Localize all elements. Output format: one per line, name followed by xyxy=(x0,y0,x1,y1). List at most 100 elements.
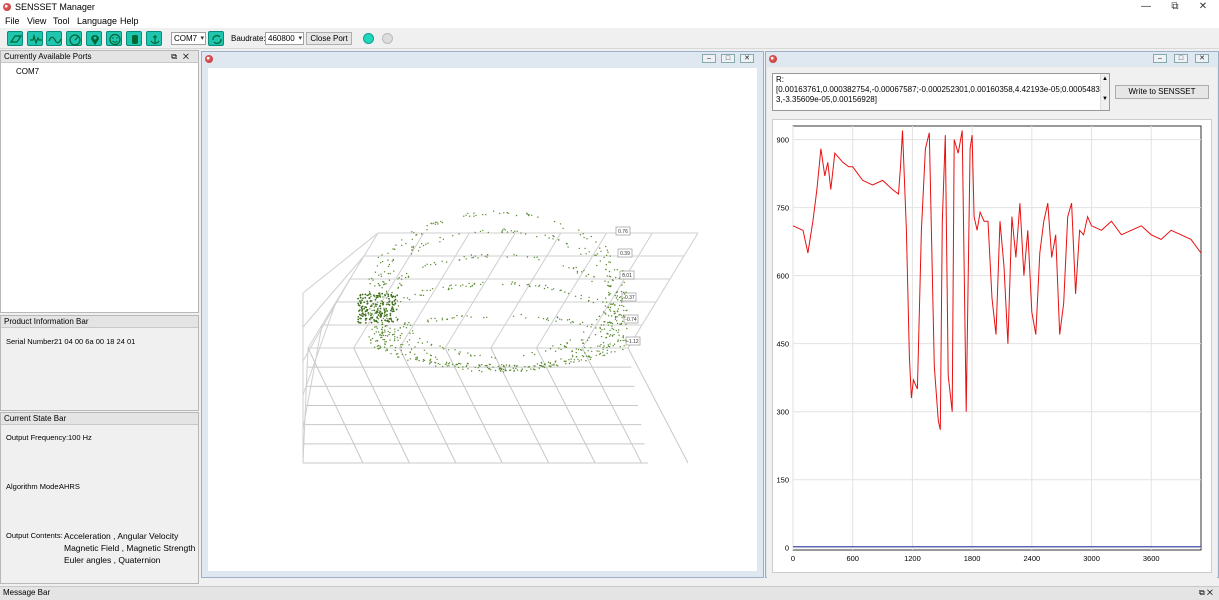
data-point xyxy=(456,314,458,317)
subwindow-restore-button[interactable]: □ xyxy=(1174,54,1188,63)
data-point xyxy=(576,272,579,274)
subwindow-restore-button[interactable]: □ xyxy=(721,54,735,63)
data-point xyxy=(585,355,588,357)
hand-icon[interactable] xyxy=(126,31,142,46)
data-point xyxy=(395,244,397,246)
data-point xyxy=(375,331,377,333)
data-point xyxy=(441,221,443,224)
port-list-item[interactable]: COM7 xyxy=(16,67,39,76)
data-point xyxy=(380,314,382,316)
data-point xyxy=(433,222,435,224)
subwindow-minimize-button[interactable]: – xyxy=(1153,54,1167,63)
data-point xyxy=(436,221,438,224)
close-window-button[interactable]: ✕ xyxy=(1186,0,1219,14)
data-point xyxy=(609,306,612,309)
menu-help[interactable]: Help xyxy=(120,16,139,26)
data-point xyxy=(361,299,363,302)
data-point xyxy=(373,294,375,297)
baudrate-select[interactable]: 460800 ▾ xyxy=(265,32,304,45)
data-point xyxy=(435,221,437,223)
data-point xyxy=(560,319,563,321)
calibration-textbox[interactable]: R: [0.00163761,0.000382754,-0.00067587;-… xyxy=(772,73,1110,111)
data-point xyxy=(503,228,505,230)
data-point xyxy=(384,343,386,346)
data-point xyxy=(378,312,381,314)
textbox-scrollbar[interactable]: ▲ ▼ xyxy=(1100,74,1109,110)
data-point xyxy=(363,301,366,303)
baudrate-label: Baudrate: xyxy=(231,34,266,43)
data-point xyxy=(381,326,384,329)
data-point xyxy=(373,333,376,335)
data-point xyxy=(607,345,610,347)
data-point xyxy=(609,343,611,345)
data-point xyxy=(467,363,469,365)
data-point xyxy=(515,367,517,370)
data-point xyxy=(623,345,625,347)
plot3d-canvas[interactable]: 0.76 0.39 0.01 -0.37 -0.74 -1.12 xyxy=(208,68,757,571)
data-point xyxy=(609,261,612,264)
data-point xyxy=(625,291,627,293)
stop-icon[interactable] xyxy=(382,33,393,44)
data-point xyxy=(378,294,381,297)
data-point xyxy=(454,349,456,351)
data-point xyxy=(569,339,571,341)
data-point xyxy=(570,322,572,324)
dock-buttons[interactable]: ⧉ ✕ xyxy=(1199,587,1213,599)
data-point xyxy=(604,297,607,299)
port-select[interactable]: COM7 ▾ xyxy=(171,32,206,45)
data-point xyxy=(437,223,439,225)
wall-gridline xyxy=(536,232,607,349)
data-point xyxy=(370,321,373,324)
data-point xyxy=(451,317,453,319)
data-point xyxy=(426,263,428,265)
data-point xyxy=(430,344,432,346)
data-point xyxy=(394,295,397,298)
smile-icon[interactable] xyxy=(106,31,122,46)
y-tick-label: 0 xyxy=(785,544,789,553)
data-point xyxy=(617,331,619,334)
calibrate-icon[interactable] xyxy=(7,31,23,46)
data-point xyxy=(610,334,612,336)
menu-language[interactable]: Language xyxy=(77,16,117,26)
subwindow-minimize-button[interactable]: – xyxy=(702,54,716,63)
subwindow-close-button[interactable]: ✕ xyxy=(740,54,754,63)
data-point xyxy=(377,344,380,347)
menu-tool[interactable]: Tool xyxy=(53,16,70,26)
menu-file[interactable]: File xyxy=(5,16,20,26)
data-point xyxy=(467,352,469,354)
subwindow-close-button[interactable]: ✕ xyxy=(1195,54,1209,63)
data-point xyxy=(622,339,624,342)
data-point xyxy=(389,339,391,341)
data-point xyxy=(403,323,406,325)
write-to-sensset-button[interactable]: Write to SENSSET xyxy=(1115,85,1209,99)
data-point xyxy=(613,333,615,336)
data-point xyxy=(580,253,582,255)
data-point xyxy=(384,334,387,337)
data-point xyxy=(445,361,448,363)
close-port-button[interactable]: Close Port xyxy=(306,32,352,45)
data-point xyxy=(595,354,597,357)
anchor-icon[interactable] xyxy=(146,31,162,46)
data-point xyxy=(607,306,609,309)
data-point xyxy=(358,310,360,312)
data-point xyxy=(616,322,619,325)
data-point xyxy=(358,321,360,324)
data-point xyxy=(606,349,609,351)
location-icon[interactable] xyxy=(86,31,102,46)
refresh-ports-icon[interactable] xyxy=(208,31,224,46)
data-point xyxy=(501,231,503,233)
data-point xyxy=(504,366,506,368)
data-point xyxy=(433,262,436,264)
calibration-text: R: [0.00163761,0.000382754,-0.00067587;-… xyxy=(776,75,1105,104)
waveform-icon[interactable] xyxy=(27,31,43,46)
dock-buttons[interactable]: ⧉✕ xyxy=(171,51,195,62)
data-point xyxy=(515,214,518,217)
data-point xyxy=(552,288,555,290)
gauge-icon[interactable] xyxy=(66,31,82,46)
wave-icon[interactable] xyxy=(46,31,62,46)
data-point xyxy=(600,344,602,346)
menu-view[interactable]: View xyxy=(27,16,46,26)
data-point xyxy=(566,319,569,321)
message-bar-title: Message Bar xyxy=(3,588,51,597)
algorithm-value: AHRS xyxy=(59,482,80,491)
